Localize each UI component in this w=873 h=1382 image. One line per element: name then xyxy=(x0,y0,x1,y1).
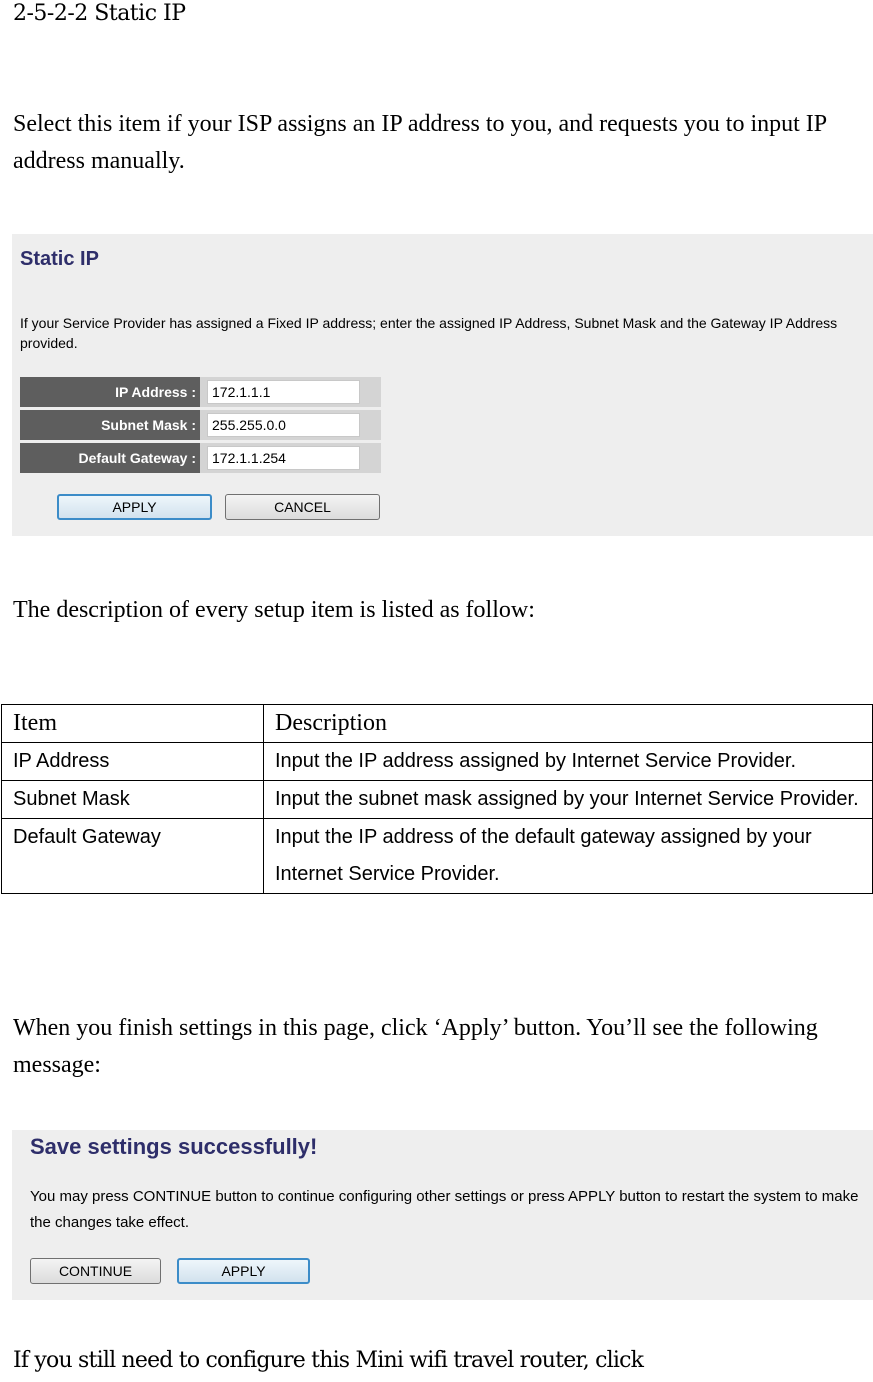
save-settings-screenshot: Save settings successfully! You may pres… xyxy=(12,1130,873,1300)
continue-button[interactable]: CONTINUE xyxy=(30,1258,161,1284)
table-row: Subnet Mask Input the subnet mask assign… xyxy=(1,780,873,819)
description-table: Item Description IP Address Input the IP… xyxy=(1,704,873,894)
default-gateway-row: Default Gateway : xyxy=(20,443,381,473)
ip-address-input[interactable] xyxy=(207,380,360,404)
description-intro: The description of every setup item is l… xyxy=(13,597,535,623)
save-settings-title: Save settings successfully! xyxy=(30,1134,318,1159)
row-item: Default Gateway xyxy=(1,818,264,894)
section-heading: 2-5-2-2 Static IP xyxy=(13,1,186,26)
table-header-row: Item Description xyxy=(1,704,873,743)
header-description: Description xyxy=(263,704,873,743)
row-description: Input the IP address assigned by Interne… xyxy=(263,742,873,781)
after-table-paragraph: When you finish settings in this page, c… xyxy=(13,1015,818,1078)
save-settings-message: You may press CONTINUE button to continu… xyxy=(30,1188,859,1231)
closing-paragraph: If you still need to configure this Mini… xyxy=(13,1348,644,1373)
cancel-button[interactable]: CANCEL xyxy=(225,494,380,520)
static-ip-title: Static IP xyxy=(20,248,99,270)
header-item: Item xyxy=(1,704,264,743)
ip-address-label: IP Address : xyxy=(20,377,200,407)
row-description: Input the subnet mask assigned by your I… xyxy=(263,780,873,819)
default-gateway-label: Default Gateway : xyxy=(20,443,200,473)
table-row: Default Gateway Input the IP address of … xyxy=(1,818,873,894)
intro-paragraph: Select this item if your ISP assigns an … xyxy=(13,111,827,174)
row-item: IP Address xyxy=(1,742,264,781)
apply-button[interactable]: APPLY xyxy=(57,494,212,520)
row-item: Subnet Mask xyxy=(1,780,264,819)
default-gateway-input[interactable] xyxy=(207,446,360,470)
apply-restart-button[interactable]: APPLY xyxy=(177,1258,310,1284)
table-row: IP Address Input the IP address assigned… xyxy=(1,742,873,781)
subnet-mask-label: Subnet Mask : xyxy=(20,410,200,440)
subnet-mask-row: Subnet Mask : xyxy=(20,410,381,440)
static-ip-screenshot: Static IP If your Service Provider has a… xyxy=(12,234,873,536)
ip-address-row: IP Address : xyxy=(20,377,381,407)
static-ip-description: If your Service Provider has assigned a … xyxy=(20,315,838,351)
subnet-mask-input[interactable] xyxy=(207,413,360,437)
row-description: Input the IP address of the default gate… xyxy=(263,818,873,894)
